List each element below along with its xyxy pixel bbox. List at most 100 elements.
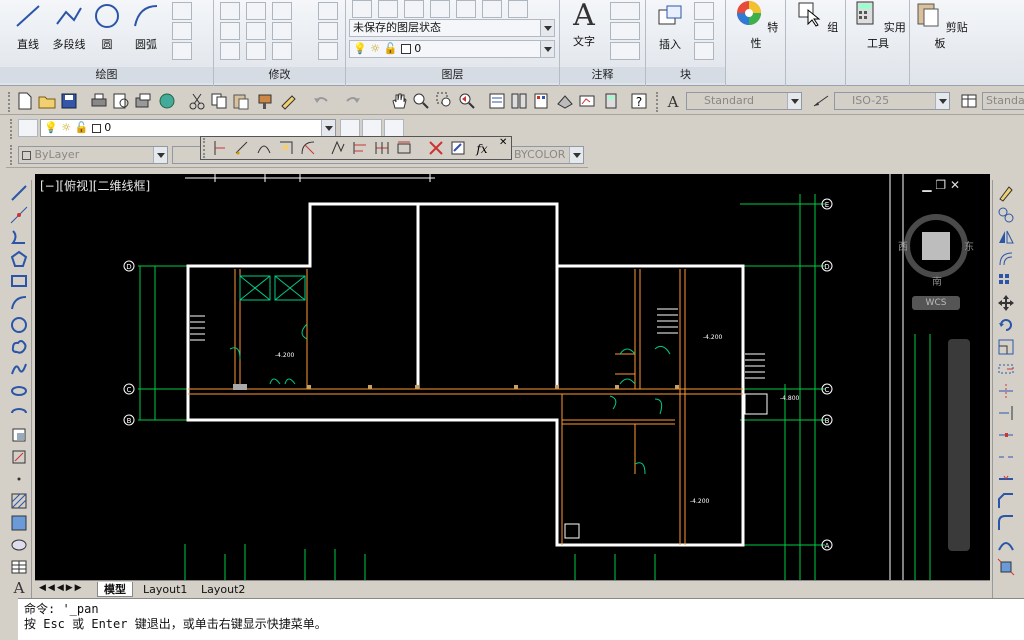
join-icon[interactable]	[997, 470, 1015, 488]
break-at-point-icon[interactable]	[997, 426, 1015, 444]
match-properties-icon[interactable]	[256, 92, 274, 110]
zoom-realtime-icon[interactable]	[412, 92, 430, 110]
tab-layout2[interactable]: Layout2	[195, 582, 251, 597]
layers-panel-title[interactable]: 图层	[346, 67, 559, 83]
markup-icon[interactable]	[578, 92, 596, 110]
baseline-dim-icon[interactable]	[351, 139, 369, 157]
layer-previous-toolbar-button[interactable]	[362, 119, 382, 137]
sheet-set-icon[interactable]	[556, 92, 574, 110]
multiline-text-icon[interactable]: A	[10, 578, 28, 596]
fillet-icon[interactable]	[997, 514, 1015, 532]
point-icon[interactable]	[10, 470, 28, 488]
copy-object-icon[interactable]	[997, 206, 1015, 224]
erase-button[interactable]	[318, 2, 338, 20]
hatch-icon[interactable]	[10, 492, 28, 510]
toolbar-grip[interactable]	[203, 138, 207, 158]
publish-3d-icon[interactable]	[158, 92, 176, 110]
layer-off-button[interactable]	[508, 0, 528, 18]
rotate-icon[interactable]	[997, 316, 1015, 334]
utilities-button[interactable]: 实用工具	[848, 0, 908, 51]
radius-dim-icon[interactable]	[299, 139, 317, 157]
jogged-dim-icon[interactable]	[329, 139, 347, 157]
function-icon[interactable]: fx	[473, 139, 491, 157]
new-file-icon[interactable]	[16, 92, 34, 110]
table-button[interactable]	[610, 42, 640, 60]
continue-dim-icon[interactable]	[373, 139, 391, 157]
wcs-menu[interactable]: WCS	[912, 296, 960, 310]
layers-toolbar-combo[interactable]: 💡 ☼ 🔓 0	[40, 119, 336, 137]
tool-palettes-icon[interactable]	[532, 92, 550, 110]
layer-match-button[interactable]	[404, 0, 424, 18]
gradient-button[interactable]	[172, 42, 192, 60]
clipboard-button[interactable]: 剪贴板	[912, 0, 968, 51]
text-style-icon[interactable]: A	[664, 92, 682, 110]
arc-button[interactable]: 圆弧	[128, 2, 164, 52]
spline-icon[interactable]	[10, 360, 28, 378]
undo-icon[interactable]	[312, 92, 330, 110]
group-panel[interactable]: 组	[786, 0, 846, 86]
model-space-canvas[interactable]: [−][俯视][二维线框] ▁ ❐ ✕ D C B E D C B A -4.2…	[35, 174, 990, 580]
rectangle-icon[interactable]	[10, 272, 28, 290]
command-line[interactable]: 命令: '_pan 按 Esc 或 Enter 键退出，或单击右键显示快捷菜单。	[18, 598, 1024, 640]
layer-states-toolbar-button[interactable]	[384, 119, 404, 137]
edit-attributes-button[interactable]	[694, 42, 714, 60]
mirror-icon[interactable]	[997, 228, 1015, 246]
view-cube[interactable]: 西 东 南	[898, 210, 974, 288]
tab-model[interactable]: 模型	[97, 582, 133, 597]
zoom-previous-icon[interactable]	[458, 92, 476, 110]
explode-icon[interactable]	[997, 558, 1015, 576]
publish-icon[interactable]	[134, 92, 152, 110]
toolbar-grip[interactable]	[10, 119, 14, 139]
color-combo[interactable]: ByLayer	[18, 146, 168, 164]
copy-button[interactable]	[220, 22, 240, 40]
blend-curves-icon[interactable]	[997, 536, 1015, 554]
clipboard-panel[interactable]: 剪贴板	[910, 0, 970, 86]
dim-edit-icon[interactable]	[449, 139, 467, 157]
circle-tool-icon[interactable]	[10, 316, 28, 334]
dim-break-icon[interactable]	[427, 139, 445, 157]
offset-button[interactable]	[318, 42, 338, 60]
layer-freeze-button[interactable]	[482, 0, 502, 18]
region-icon[interactable]	[10, 536, 28, 554]
break-icon[interactable]	[997, 448, 1015, 466]
open-folder-icon[interactable]	[38, 92, 56, 110]
annotation-panel-title[interactable]: 注释	[560, 67, 645, 83]
construction-line-icon[interactable]	[10, 206, 28, 224]
navigation-bar[interactable]	[948, 339, 970, 551]
save-icon[interactable]	[60, 92, 78, 110]
toolbar-grip[interactable]	[10, 145, 14, 165]
line-tool-icon[interactable]	[10, 184, 28, 202]
polygon-icon[interactable]	[10, 250, 28, 268]
gradient-icon[interactable]	[10, 514, 28, 532]
layer-isolate-button[interactable]	[456, 0, 476, 18]
trim-icon[interactable]	[997, 382, 1015, 400]
stretch-button[interactable]	[220, 42, 240, 60]
block-editor-icon[interactable]	[280, 92, 298, 110]
polyline-tool-icon[interactable]	[10, 228, 28, 246]
rectangle-button[interactable]	[172, 2, 192, 20]
circle-button[interactable]: 圆	[92, 2, 122, 52]
redo-icon[interactable]	[344, 92, 362, 110]
move-button[interactable]	[220, 2, 240, 20]
view-cube-face[interactable]	[922, 232, 950, 260]
chamfer-icon[interactable]	[997, 492, 1015, 510]
floor-plan-drawing[interactable]: D C B E D C B A C B	[35, 174, 990, 580]
offset-icon[interactable]	[997, 250, 1015, 268]
extend-icon[interactable]	[997, 404, 1015, 422]
draw-panel-title[interactable]: 绘图	[0, 67, 213, 83]
properties-button[interactable]: 特性	[732, 0, 780, 51]
close-icon[interactable]: ✕	[499, 138, 509, 148]
ellipse-icon[interactable]	[10, 382, 28, 400]
linear-dim-icon[interactable]	[211, 139, 229, 157]
insert-button[interactable]: 插入	[650, 2, 690, 52]
scale-button[interactable]	[246, 42, 266, 60]
hatch-button[interactable]	[172, 22, 192, 40]
fillet-button[interactable]	[272, 22, 292, 40]
scale-icon[interactable]	[997, 338, 1015, 356]
line-button[interactable]: 直线	[10, 2, 46, 52]
layer-state-button[interactable]	[378, 0, 398, 18]
table-style-icon[interactable]	[960, 92, 978, 110]
table-icon[interactable]	[10, 558, 28, 576]
modify-panel-title[interactable]: 修改	[214, 67, 345, 83]
insert-block-icon[interactable]	[10, 426, 28, 444]
